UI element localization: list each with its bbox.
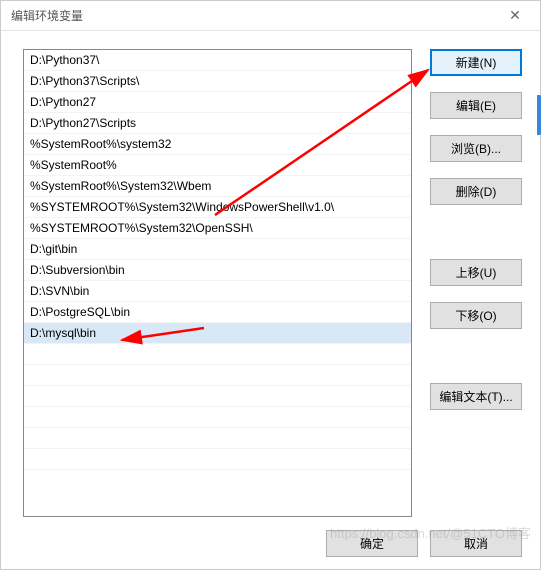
delete-button[interactable]: 删除(D) — [430, 178, 522, 205]
new-button[interactable]: 新建(N) — [430, 49, 522, 76]
path-entry-empty — [24, 428, 411, 449]
env-var-editor-window: 编辑环境变量 ✕ D:\Python37\D:\Python37\Scripts… — [0, 0, 541, 570]
path-entry-empty — [24, 365, 411, 386]
move-down-button[interactable]: 下移(O) — [430, 302, 522, 329]
edit-button[interactable]: 编辑(E) — [430, 92, 522, 119]
ok-button[interactable]: 确定 — [326, 530, 418, 557]
move-up-button[interactable]: 上移(U) — [430, 259, 522, 286]
path-entry[interactable]: %SystemRoot% — [24, 155, 411, 176]
edit-text-button[interactable]: 编辑文本(T)... — [430, 383, 522, 410]
path-entry-empty — [24, 449, 411, 470]
path-entry[interactable]: %SystemRoot%\system32 — [24, 134, 411, 155]
path-entry[interactable]: D:\Python27 — [24, 92, 411, 113]
path-entry[interactable]: %SYSTEMROOT%\System32\OpenSSH\ — [24, 218, 411, 239]
browse-button[interactable]: 浏览(B)... — [430, 135, 522, 162]
path-entry[interactable]: D:\Python27\Scripts — [24, 113, 411, 134]
path-entry-empty — [24, 407, 411, 428]
path-entry[interactable]: %SYSTEMROOT%\System32\WindowsPowerShell\… — [24, 197, 411, 218]
path-entry[interactable]: D:\Python37\Scripts\ — [24, 71, 411, 92]
path-entry-empty — [24, 386, 411, 407]
path-entry[interactable]: D:\SVN\bin — [24, 281, 411, 302]
button-column: 新建(N) 编辑(E) 浏览(B)... 删除(D) 上移(U) 下移(O) 编… — [430, 49, 522, 517]
path-entry[interactable]: D:\mysql\bin — [24, 323, 411, 344]
titlebar: 编辑环境变量 ✕ — [1, 1, 540, 31]
window-title: 编辑环境变量 — [11, 7, 83, 24]
path-entry-empty — [24, 344, 411, 365]
path-entry[interactable]: D:\git\bin — [24, 239, 411, 260]
content-area: D:\Python37\D:\Python37\Scripts\D:\Pytho… — [1, 31, 540, 517]
path-entry[interactable]: D:\PostgreSQL\bin — [24, 302, 411, 323]
path-entry[interactable]: %SystemRoot%\System32\Wbem — [24, 176, 411, 197]
path-entry[interactable]: D:\Python37\ — [24, 50, 411, 71]
close-icon[interactable]: ✕ — [500, 7, 530, 24]
cancel-button[interactable]: 取消 — [430, 530, 522, 557]
path-listbox[interactable]: D:\Python37\D:\Python37\Scripts\D:\Pytho… — [23, 49, 412, 517]
path-entry[interactable]: D:\Subversion\bin — [24, 260, 411, 281]
footer: 确定 取消 — [1, 517, 540, 569]
